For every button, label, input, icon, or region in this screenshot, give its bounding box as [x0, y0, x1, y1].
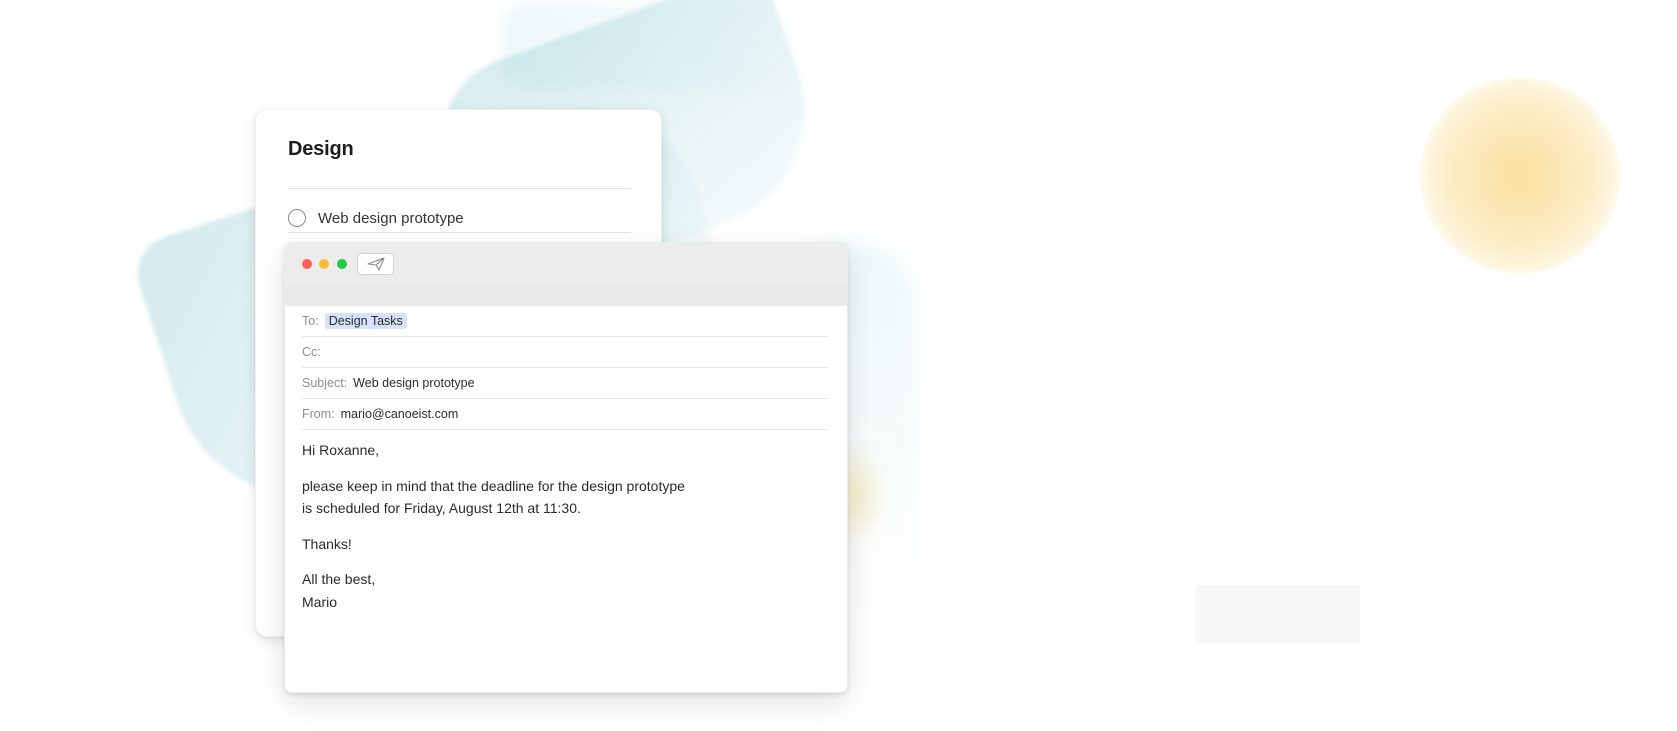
minimize-window-button[interactable]	[319, 259, 329, 269]
mail-signoff: All the best,	[302, 571, 376, 587]
subject-label: Subject:	[302, 376, 348, 390]
send-button[interactable]	[357, 253, 394, 275]
mail-signature: Mario	[302, 593, 338, 610]
zoom-window-button[interactable]	[337, 259, 347, 269]
from-field[interactable]: From: mario@canoeist.com	[302, 399, 828, 430]
mail-body[interactable]: Hi Roxanne, please keep in mind that the…	[302, 439, 828, 626]
yellow-sun-scribble	[1420, 78, 1620, 273]
from-value[interactable]: mario@canoeist.com	[341, 407, 459, 421]
mail-toolbar	[285, 243, 847, 286]
gray-background-patch	[1195, 585, 1360, 643]
subject-value[interactable]: Web design prototype	[353, 376, 474, 390]
task-divider-bottom	[288, 232, 631, 233]
illustration-stage: Design Web design prototype To: Design T…	[0, 0, 1677, 731]
mail-compose-window: To: Design Tasks Cc: Subject: Web design…	[284, 242, 848, 693]
close-window-button[interactable]	[302, 259, 312, 269]
mail-paragraph: please keep in mind that the deadline fo…	[302, 475, 828, 520]
to-field[interactable]: To: Design Tasks	[302, 306, 828, 337]
mail-line-1: please keep in mind that the deadline fo…	[302, 477, 685, 494]
mail-greeting: Hi Roxanne,	[302, 442, 380, 458]
mail-format-bar	[285, 285, 847, 306]
task-item-label: Web design prototype	[318, 209, 464, 227]
subject-field[interactable]: Subject: Web design prototype	[302, 368, 828, 399]
mail-header-fields: To: Design Tasks Cc: Subject: Web design…	[302, 306, 828, 430]
mail-line-2: is scheduled for Friday, August 12th at …	[302, 500, 581, 516]
to-label: To:	[302, 314, 319, 328]
task-checkbox[interactable]	[288, 209, 306, 227]
mail-signoff-block: All the best, Mario	[302, 568, 828, 613]
recipient-token[interactable]: Design Tasks	[324, 313, 407, 329]
cc-label: Cc:	[302, 345, 321, 359]
mail-thanks: Thanks!	[302, 535, 352, 552]
paper-plane-icon	[366, 257, 385, 271]
from-label: From:	[302, 407, 335, 421]
task-divider-top	[288, 188, 631, 189]
blue-brush-stroke-top	[500, 0, 800, 90]
task-list-title: Design	[288, 138, 354, 160]
cc-field[interactable]: Cc:	[302, 337, 828, 368]
